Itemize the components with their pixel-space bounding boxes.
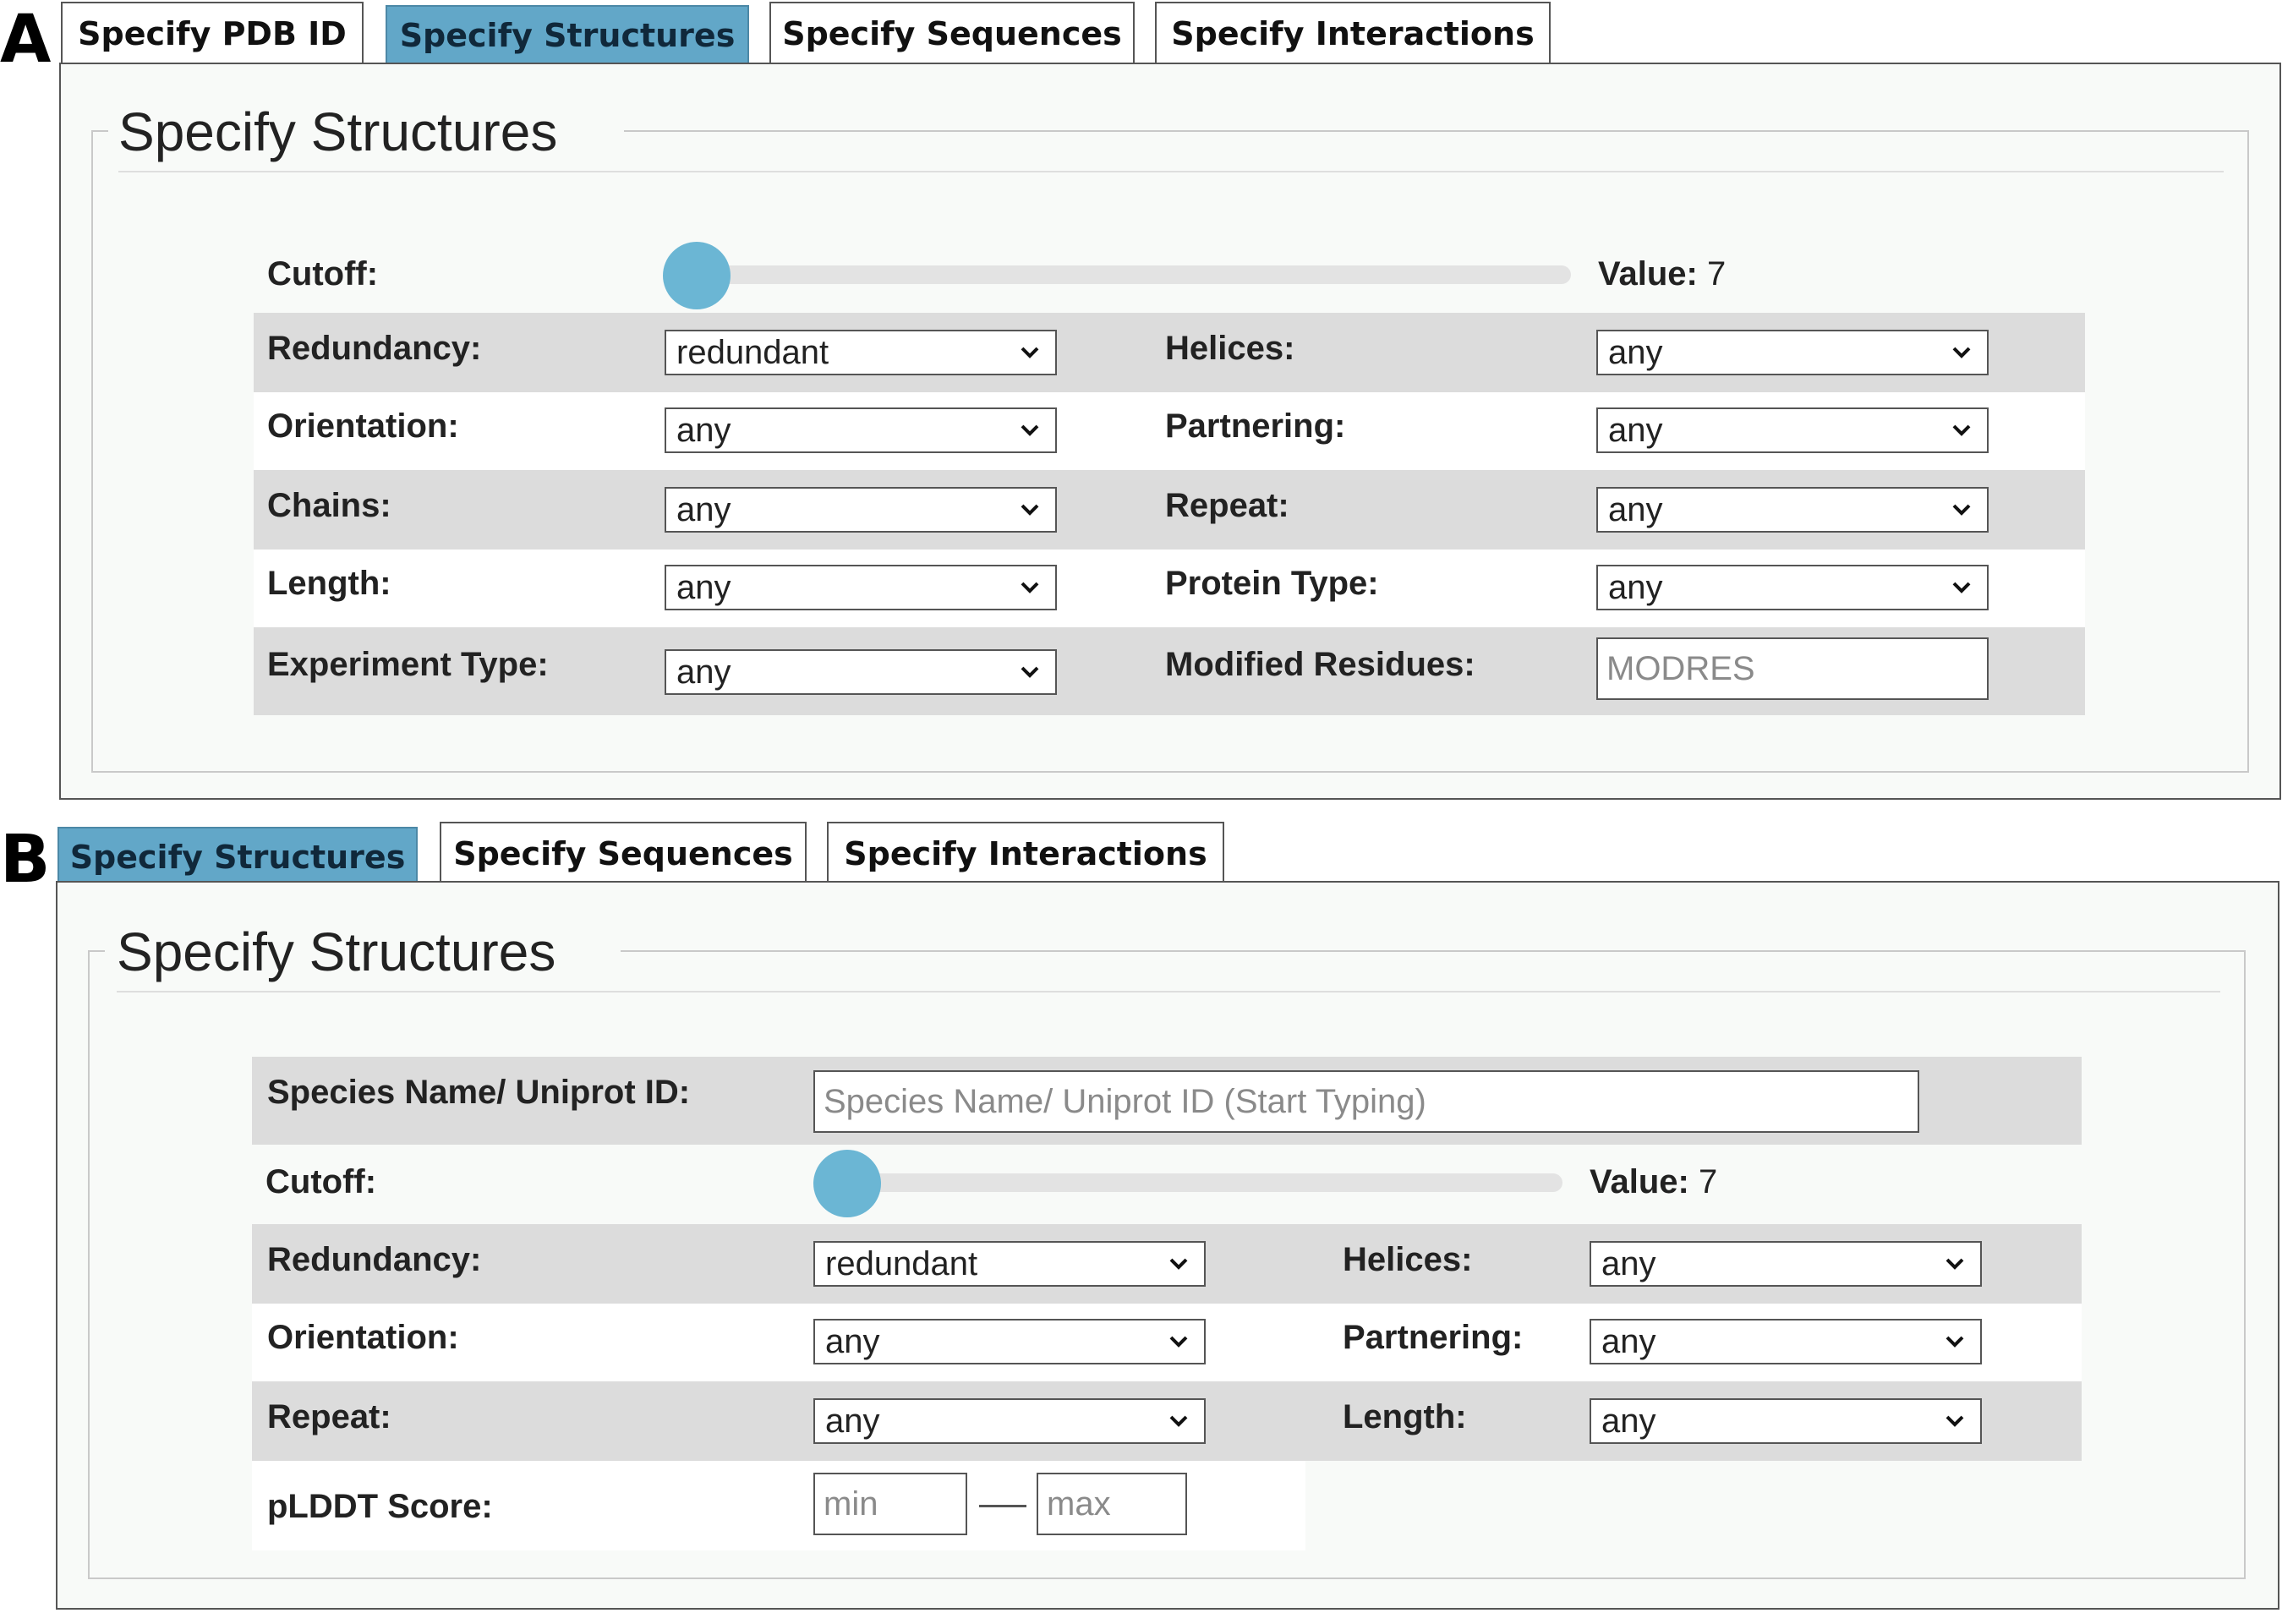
panel-b-label: B: [0, 822, 51, 898]
chevron-down-icon: [1021, 347, 1039, 358]
chevron-down-icon: [1952, 582, 1971, 593]
chains-select[interactable]: any: [665, 487, 1057, 533]
redundancy-label: Redundancy:: [267, 330, 482, 367]
cutoff-value-label: Value:: [1590, 1163, 1689, 1200]
redundancy-select[interactable]: redundant: [665, 330, 1057, 375]
fieldset-legend: Specify Structures: [117, 921, 556, 982]
length-label: Length:: [1343, 1398, 1467, 1435]
cutoff-slider-track[interactable]: [670, 265, 1571, 284]
repeat-select[interactable]: any: [1596, 487, 1989, 533]
partnering-label: Partnering:: [1165, 407, 1346, 445]
chevron-down-icon: [1952, 504, 1971, 516]
chevron-down-icon: [1169, 1415, 1188, 1427]
chevron-down-icon: [1945, 1336, 1964, 1348]
partnering-label: Partnering:: [1343, 1319, 1524, 1356]
chevron-down-icon: [1021, 582, 1039, 593]
repeat-label: Repeat:: [1165, 487, 1289, 524]
tab-specify-pdb-id[interactable]: Specify PDB ID: [61, 2, 364, 64]
tab-specify-sequences[interactable]: Specify Sequences: [440, 822, 807, 884]
plddt-max-input[interactable]: max: [1037, 1473, 1187, 1535]
repeat-select[interactable]: any: [813, 1398, 1206, 1444]
filter-row: Orientation: any Partnering: any: [254, 392, 2085, 470]
panel-a-label: A: [0, 2, 52, 78]
repeat-label: Repeat:: [267, 1398, 391, 1435]
length-select[interactable]: any: [1590, 1398, 1982, 1444]
helices-label: Helices:: [1165, 330, 1295, 367]
tab-specify-structures[interactable]: Specify Structures: [57, 827, 418, 886]
tab-specify-interactions[interactable]: Specify Interactions: [827, 822, 1224, 884]
orientation-label: Orientation:: [267, 1319, 459, 1356]
chevron-down-icon: [1021, 666, 1039, 678]
filter-row: Chains: any Repeat: any: [254, 470, 2085, 550]
tab-specify-sequences[interactable]: Specify Sequences: [769, 2, 1135, 64]
partnering-select[interactable]: any: [1590, 1319, 1982, 1364]
cutoff-slider-thumb[interactable]: [813, 1150, 881, 1217]
chevron-down-icon: [1952, 424, 1971, 436]
fieldset-legend: Specify Structures: [118, 101, 558, 162]
filter-row: Orientation: any Partnering: any: [252, 1304, 2082, 1381]
cutoff-value: Value: 7: [1590, 1165, 1717, 1199]
plddt-label: pLDDT Score:: [267, 1488, 493, 1525]
chevron-down-icon: [1945, 1258, 1964, 1270]
filter-row: Redundancy: redundant Helices: any: [254, 313, 2085, 392]
protein-type-select[interactable]: any: [1596, 565, 1989, 610]
helices-select[interactable]: any: [1596, 330, 1989, 375]
chevron-down-icon: [1952, 347, 1971, 358]
protein-type-label: Protein Type:: [1165, 565, 1379, 602]
redundancy-select[interactable]: redundant: [813, 1241, 1206, 1287]
chevron-down-icon: [1021, 504, 1039, 516]
cutoff-value-number: 7: [1698, 1163, 1718, 1200]
experiment-type-select[interactable]: any: [665, 649, 1057, 695]
tab-specify-interactions[interactable]: Specify Interactions: [1155, 2, 1551, 64]
redundancy-label: Redundancy:: [267, 1241, 482, 1278]
structures-panel-a: Specify Structures Cutoff: Value: 7 Redu…: [59, 63, 2281, 800]
range-separator: [979, 1505, 1026, 1507]
helices-select[interactable]: any: [1590, 1241, 1982, 1287]
chevron-down-icon: [1945, 1415, 1964, 1427]
modified-residues-label: Modified Residues:: [1165, 646, 1475, 683]
filter-row: Redundancy: redundant Helices: any: [252, 1224, 2082, 1304]
species-input[interactable]: Species Name/ Uniprot ID (Start Typing): [813, 1070, 1919, 1133]
chevron-down-icon: [1021, 424, 1039, 436]
structures-panel-b: Specify Structures Species Name/ Uniprot…: [56, 881, 2279, 1610]
filter-row: Length: any Protein Type: any: [254, 550, 2085, 627]
filter-row: Experiment Type: any Modified Residues: …: [254, 627, 2085, 715]
cutoff-label: Cutoff:: [265, 1163, 377, 1200]
cutoff-slider-track[interactable]: [822, 1173, 1562, 1192]
species-row: Species Name/ Uniprot ID: Species Name/ …: [252, 1057, 2082, 1145]
chevron-down-icon: [1169, 1258, 1188, 1270]
orientation-select[interactable]: any: [665, 407, 1057, 453]
cutoff-value-number: 7: [1706, 255, 1727, 293]
partnering-select[interactable]: any: [1596, 407, 1989, 453]
filter-row: Repeat: any Length: any: [252, 1381, 2082, 1461]
plddt-min-input[interactable]: min: [813, 1473, 967, 1535]
orientation-label: Orientation:: [267, 407, 459, 445]
cutoff-slider-thumb[interactable]: [663, 242, 731, 309]
helices-label: Helices:: [1343, 1241, 1473, 1278]
cutoff-label: Cutoff:: [267, 255, 379, 293]
length-label: Length:: [267, 565, 391, 602]
cutoff-value-label: Value:: [1598, 255, 1698, 293]
modified-residues-input[interactable]: MODRES: [1596, 637, 1989, 700]
tab-specify-structures[interactable]: Specify Structures: [386, 5, 749, 64]
experiment-type-label: Experiment Type:: [267, 646, 549, 683]
cutoff-value: Value: 7: [1598, 257, 1726, 291]
species-label: Species Name/ Uniprot ID:: [267, 1074, 691, 1111]
orientation-select[interactable]: any: [813, 1319, 1206, 1364]
chains-label: Chains:: [267, 487, 391, 524]
plddt-row: pLDDT Score: min max: [252, 1461, 1305, 1550]
chevron-down-icon: [1169, 1336, 1188, 1348]
length-select[interactable]: any: [665, 565, 1057, 610]
